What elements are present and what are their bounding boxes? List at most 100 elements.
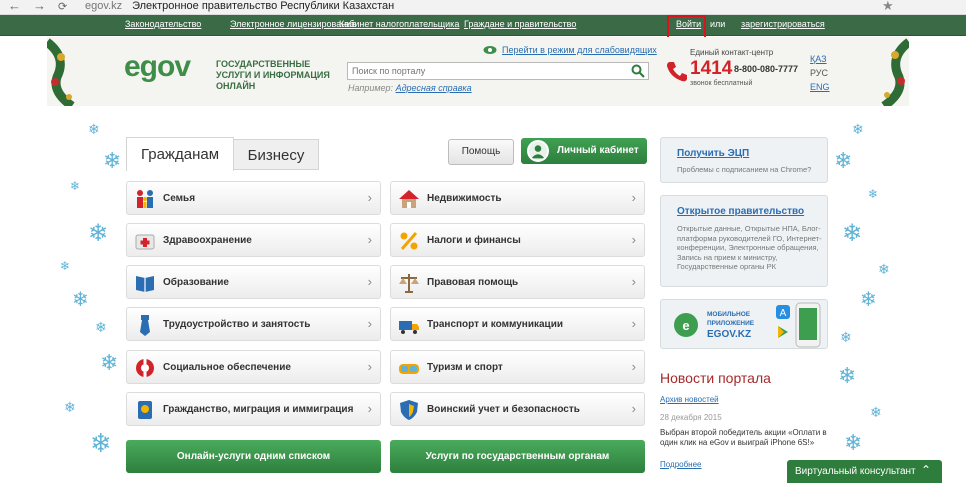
egov-logo[interactable]: egov [124, 50, 191, 84]
category-employment[interactable]: Трудоустройство и занятость › [126, 307, 381, 341]
snowflake-icon: ❄ [844, 430, 863, 455]
snowflake-icon: ❄ [64, 399, 76, 415]
back-icon[interactable]: ← [8, 0, 21, 13]
egov-app-icon: e [674, 313, 698, 337]
ecp-link[interactable]: Получить ЭЦП [677, 148, 749, 159]
snowflake-icon: ❄ [70, 179, 81, 193]
google-play-icon[interactable] [775, 324, 791, 340]
house-icon [399, 190, 419, 208]
snowflake-icon: ❄ [90, 428, 112, 458]
news-text[interactable]: Выбран второй победитель акции «Оплати в… [660, 428, 830, 448]
address-bar[interactable]: egov.kz Электронное правительство Республ… [85, 0, 394, 12]
services-by-agency-button[interactable]: Услуги по государственным органам [390, 440, 645, 473]
truck-icon [399, 321, 419, 334]
mobile-line1: МОБИЛЬНОЕ [707, 311, 751, 318]
snowflake-icon: ❄ [60, 259, 71, 273]
chevron-right-icon: › [631, 401, 636, 416]
category-citizenship[interactable]: Гражданство, миграция и иммиграция › [126, 392, 381, 426]
ecp-panel[interactable]: Получить ЭЦП Проблемы с подписанием на C… [660, 137, 828, 183]
chevron-right-icon: › [367, 274, 372, 289]
tab-business[interactable]: Бизнесу [233, 139, 319, 170]
mobile-line2: ПРИЛОЖЕНИЕ [707, 320, 755, 327]
visually-impaired-link[interactable]: Перейти в режим для слабовидящих [502, 45, 657, 55]
personal-cabinet-label: Личный кабинет [557, 145, 639, 156]
mobile-app-panel[interactable]: e МОБИЛЬНОЕ ПРИЛОЖЕНИЕ EGOV.KZ A [660, 299, 828, 349]
nav-link-citizens-gov[interactable]: Граждане и правительство [464, 19, 576, 29]
news-archive-link[interactable]: Архив новостей [660, 395, 719, 404]
diving-mask-icon [399, 364, 419, 374]
chevron-right-icon: › [367, 316, 372, 331]
category-transport[interactable]: Транспорт и коммуникации › [390, 307, 645, 341]
search-example: Например: Адресная справка [348, 83, 472, 93]
category-label: Недвижимость [427, 193, 502, 204]
snowflake-icon: ❄ [878, 261, 890, 277]
snowflake-icon: ❄ [88, 220, 109, 247]
open-government-panel[interactable]: Открытое правительство Открытые данные, … [660, 195, 828, 287]
news-date: 28 декабря 2015 [660, 413, 722, 422]
top-nav: Законодательство Электронное лицензирова… [0, 15, 966, 36]
snowflake-icon: ❄ [860, 289, 877, 311]
reload-icon[interactable]: ⟳ [58, 0, 67, 13]
category-healthcare[interactable]: Здравоохранение › [126, 223, 381, 257]
online-services-list-button[interactable]: Онлайн-услуги одним списком [126, 440, 381, 473]
chevron-right-icon: › [367, 401, 372, 416]
search-input[interactable] [347, 62, 649, 80]
eye-icon [483, 46, 497, 54]
lang-rus: РУС [810, 68, 829, 78]
search-example-link[interactable]: Адресная справка [396, 83, 472, 93]
category-label: Семья [163, 193, 196, 204]
virtual-consultant-label: Виртуальный консультант [795, 466, 916, 477]
christmas-garland-right-icon [881, 38, 909, 106]
snowflake-icon: ❄ [870, 404, 882, 420]
hotline-short-number: 1414 [690, 58, 733, 79]
nav-link-legislation[interactable]: Законодательство [125, 19, 201, 29]
nav-link-licensing[interactable]: Электронное лицензирование [230, 19, 356, 29]
snowflake-icon: ❄ [72, 289, 89, 311]
snowflake-icon: ❄ [868, 187, 879, 201]
app-store-icon[interactable]: A [775, 304, 791, 320]
category-label: Социальное обеспечение [163, 362, 291, 373]
category-family[interactable]: Семья › [126, 181, 381, 215]
lifebuoy-icon [136, 359, 154, 377]
snowflake-icon: ❄ [88, 121, 100, 137]
forward-icon[interactable]: → [33, 0, 46, 13]
tie-icon [140, 315, 150, 336]
category-label: Правовая помощь [427, 277, 519, 288]
category-real-estate[interactable]: Недвижимость › [390, 181, 645, 215]
book-icon [136, 276, 154, 292]
virtual-consultant-tab[interactable]: Виртуальный консультант [787, 460, 942, 483]
bookmark-star-icon[interactable]: ★ [882, 0, 894, 14]
category-label: Транспорт и коммуникации [427, 319, 563, 330]
url-host: egov.kz [85, 0, 123, 12]
logo-subtitle: ГОСУДАРСТВЕННЫЕ УСЛУГИ И ИНФОРМАЦИЯ ОНЛА… [216, 59, 330, 91]
news-more-link[interactable]: Подробнее [660, 460, 702, 469]
nav-link-taxpayer[interactable]: Кабинет налогоплательщика [339, 19, 459, 29]
ecp-desc: Проблемы с подписанием на Chrome? [677, 165, 812, 174]
category-legal-aid[interactable]: Правовая помощь › [390, 265, 645, 299]
snowflake-icon: ❄ [103, 148, 122, 173]
snowflake-icon: ❄ [838, 363, 857, 388]
news-title: Новости портала [660, 370, 771, 386]
search-icon[interactable] [631, 64, 645, 78]
category-label: Налоги и финансы [427, 235, 521, 246]
category-label: Воинский учет и безопасность [427, 404, 580, 415]
chevron-right-icon: › [367, 359, 372, 374]
svg-text:e: e [682, 318, 689, 333]
lang-kaz[interactable]: ҚАЗ [810, 54, 827, 64]
category-military[interactable]: Воинский учет и безопасность › [390, 392, 645, 426]
snowflake-icon: ❄ [834, 148, 853, 173]
category-education[interactable]: Образование › [126, 265, 381, 299]
phone-mockup-icon [795, 302, 821, 348]
search-example-label: Например: [348, 83, 394, 93]
category-tourism[interactable]: Туризм и спорт › [390, 350, 645, 384]
category-taxes[interactable]: Налоги и финансы › [390, 223, 645, 257]
tab-citizens[interactable]: Гражданам [126, 137, 234, 171]
chevron-up-icon[interactable]: ⌃ [921, 463, 931, 477]
help-button[interactable]: Помощь [448, 139, 514, 165]
snowflake-icon: ❄ [840, 329, 852, 345]
register-link[interactable]: зарегистрироваться [741, 19, 825, 29]
snowflake-icon: ❄ [852, 121, 864, 137]
open-government-link[interactable]: Открытое правительство [677, 206, 804, 217]
lang-eng[interactable]: ENG [810, 82, 830, 92]
category-social-security[interactable]: Социальное обеспечение › [126, 350, 381, 384]
